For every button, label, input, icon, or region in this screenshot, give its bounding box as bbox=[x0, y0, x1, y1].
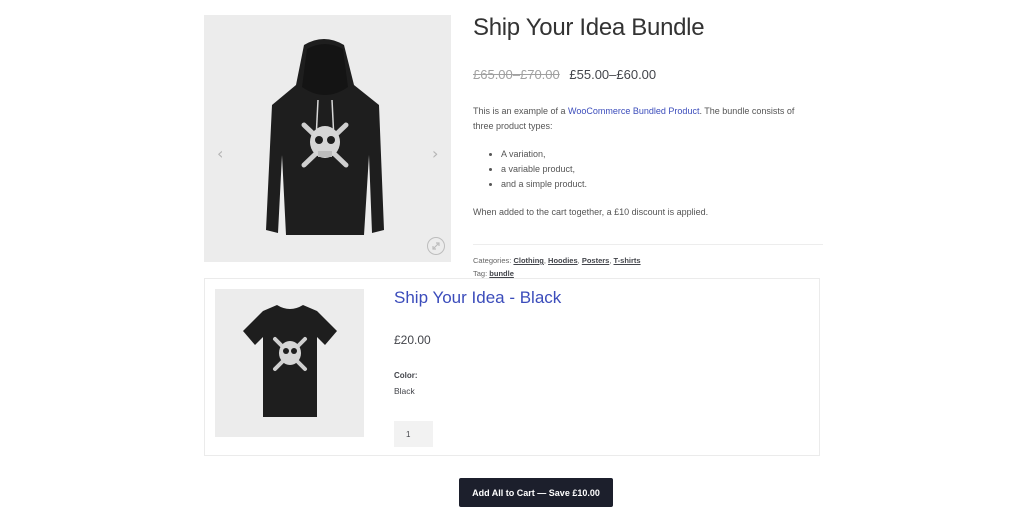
product-price: £65.00–£70.00 £55.00–£60.00 bbox=[473, 67, 656, 82]
gallery-prev-icon[interactable]: ‹ bbox=[217, 146, 223, 162]
list-item: a variable product, bbox=[501, 162, 813, 177]
add-all-to-cart-button[interactable]: Add All to Cart — Save £10.00 bbox=[459, 478, 613, 507]
intro-text: This is an example of a bbox=[473, 106, 569, 116]
tag-label: Tag: bbox=[473, 269, 488, 278]
product-title: Ship Your Idea Bundle bbox=[473, 14, 705, 41]
quantity-input[interactable] bbox=[394, 421, 433, 447]
divider bbox=[473, 244, 823, 245]
category-link-tshirts[interactable]: T-shirts bbox=[614, 256, 641, 265]
list-item: A variation, bbox=[501, 147, 813, 162]
woocommerce-link[interactable]: WooCommerce Bundled Product bbox=[568, 106, 699, 116]
sale-price: £55.00–£60.00 bbox=[569, 67, 657, 82]
hoodie-image bbox=[266, 39, 384, 235]
bundled-item-price: £20.00 bbox=[394, 333, 431, 347]
categories-row: Categories: Clothing, Hoodies, Posters, … bbox=[473, 256, 641, 265]
list-item: and a simple product. bbox=[501, 177, 813, 192]
product-types-list: A variation, a variable product, and a s… bbox=[473, 147, 813, 192]
bundled-item-title-link[interactable]: Ship Your Idea - Black bbox=[394, 288, 561, 308]
gallery-next-icon[interactable]: › bbox=[432, 146, 438, 162]
color-label: Color: bbox=[394, 371, 418, 380]
category-link-posters[interactable]: Posters bbox=[582, 256, 610, 265]
product-summary: Ship Your Idea Bundle £65.00–£70.00 £55.… bbox=[473, 14, 823, 278]
tag-link-bundle[interactable]: bundle bbox=[489, 269, 514, 278]
categories-label: Categories: bbox=[473, 256, 512, 265]
product-gallery[interactable]: ‹ › bbox=[204, 15, 451, 262]
category-link-clothing[interactable]: Clothing bbox=[513, 256, 543, 265]
product-description: This is an example of a WooCommerce Bund… bbox=[473, 104, 813, 220]
color-value: Black bbox=[394, 386, 415, 396]
bundled-item-card: Ship Your Idea - Black £20.00 Color: Bla… bbox=[204, 278, 820, 456]
intro-paragraph: This is an example of a WooCommerce Bund… bbox=[473, 104, 813, 134]
zoom-icon[interactable] bbox=[427, 237, 445, 255]
tshirt-image[interactable] bbox=[215, 289, 364, 437]
tshirt-art bbox=[243, 305, 337, 417]
category-link-hoodies[interactable]: Hoodies bbox=[548, 256, 578, 265]
regular-price: £65.00–£70.00 bbox=[473, 67, 560, 82]
discount-note: When added to the cart together, a £10 d… bbox=[473, 207, 709, 217]
product-meta: Categories: Clothing, Hoodies, Posters, … bbox=[473, 254, 641, 280]
